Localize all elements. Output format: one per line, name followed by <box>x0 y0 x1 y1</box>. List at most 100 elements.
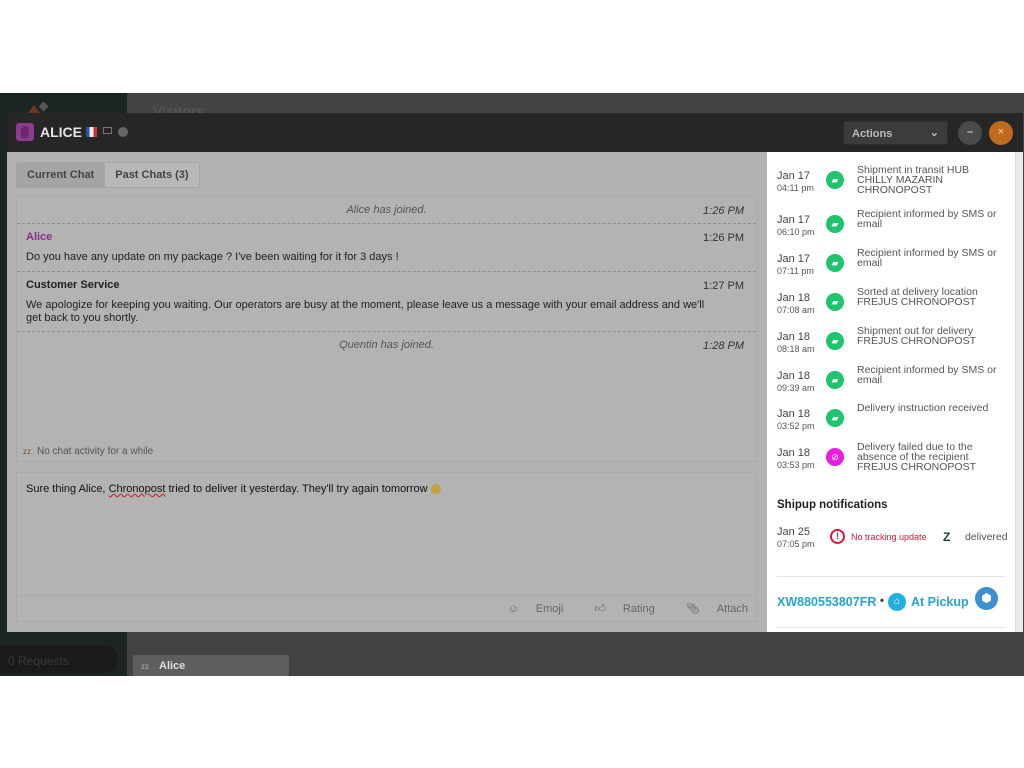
message-author: Customer Service <box>26 279 120 291</box>
message-time: 1:28 PM <box>703 340 744 352</box>
idle-icon: zz <box>141 662 149 671</box>
visitor-message: Alice Do you have any update on my packag… <box>17 224 756 272</box>
separator: • <box>880 595 884 607</box>
tracking-event: Jan 18 09:39 am ▰ Recipient informed by … <box>777 365 1012 406</box>
emoji-button[interactable]: ☺ Emoji <box>493 603 563 615</box>
truck-icon: ▰ <box>826 215 844 233</box>
zendesk-icon: Z <box>943 530 951 544</box>
visitor-name: ALICE <box>40 124 82 140</box>
tracking-event: Jan 18 07:08 am ▰ Sorted at delivery loc… <box>777 287 1012 328</box>
minimize-button[interactable]: – <box>958 121 982 145</box>
tracking-event: Jan 18 03:52 pm ▰ Delivery instruction r… <box>777 403 1012 444</box>
message-text: Do you have any update on my package ? I… <box>26 251 399 263</box>
close-button[interactable]: × <box>989 121 1013 145</box>
truck-icon: ▰ <box>826 409 844 427</box>
message-text: Quentin has joined. <box>339 339 434 351</box>
divider <box>777 627 1005 628</box>
france-flag-icon <box>86 127 97 137</box>
message-time: 1:26 PM <box>703 232 744 244</box>
rating-button[interactable]: 👍︎ Rating <box>580 603 654 615</box>
event-time: 03:53 pm <box>777 460 815 470</box>
scrollbar[interactable] <box>1015 152 1023 632</box>
event-date: Jan 17 <box>777 170 811 182</box>
chat-panel: Current Chat Past Chats (3) Alice has jo… <box>7 152 767 632</box>
event-time: 06:10 pm <box>777 227 815 237</box>
smiley-icon: ☺ <box>507 603 522 615</box>
tracking-status: At Pickup <box>911 595 969 609</box>
divider <box>777 576 1005 577</box>
message-time: 1:27 PM <box>703 280 744 292</box>
browser-icon <box>118 127 128 137</box>
event-description: Shipment out for delivery FREJUS CHRONOP… <box>857 325 977 347</box>
message-list: Alice has joined. 1:26 PM Alice Do you hav… <box>16 196 757 462</box>
event-time: 04:11 pm <box>777 183 814 193</box>
logo-icon <box>28 101 48 113</box>
event-description: Delivery instruction received <box>857 402 989 414</box>
truck-icon: ▰ <box>826 371 844 389</box>
package-icon[interactable]: ⬢ <box>975 587 998 610</box>
event-description: Recipient informed by SMS or email <box>857 247 997 269</box>
desktop-icon <box>103 127 112 134</box>
event-time: 07:08 am <box>777 305 815 315</box>
requests-counter[interactable]: 0 Requests <box>0 645 118 673</box>
event-time: 07:11 pm <box>777 266 814 276</box>
chat-tab-alice[interactable]: zz Alice <box>133 655 289 676</box>
truck-icon: ▰ <box>826 171 844 189</box>
idle-icon: zz <box>23 447 31 456</box>
tracking-event: Jan 17 04:11 pm ▰ Shipment in transit HU… <box>777 165 1012 206</box>
truck-icon: ▰ <box>826 293 844 311</box>
event-time: 03:52 pm <box>777 421 815 431</box>
message-time: 1:26 PM <box>703 205 744 217</box>
tab-past-chats[interactable]: Past Chats (3) <box>104 163 199 187</box>
tracking-event: Jan 17 07:11 pm ▰ Recipient informed by … <box>777 248 1012 289</box>
attach-button[interactable]: 📎︎ Attach <box>672 603 748 615</box>
event-date: Jan 18 <box>777 292 811 304</box>
notification-time: 07:05 pm <box>777 539 815 549</box>
message-text: We apologize for keeping you waiting. Ou… <box>26 299 705 324</box>
tracking-event: Jan 17 06:10 pm ▰ Recipient informed by … <box>777 209 1012 250</box>
event-description: Sorted at delivery location FREJUS CHRON… <box>857 286 978 308</box>
idle-text: No chat activity for a while <box>37 446 154 457</box>
tracking-number[interactable]: XW880553807FR <box>777 595 876 609</box>
misspelled-word: Chronopost <box>108 483 166 495</box>
thumbs-up-icon: 👍︎ <box>594 603 609 615</box>
actions-label: Actions <box>852 128 893 140</box>
shipup-notification: Jan 25 07:05 pm ! No tracking update Z d… <box>777 526 1012 556</box>
chat-tab-label: Alice <box>159 660 186 672</box>
alert-icon: ! <box>830 529 845 544</box>
chat-tabs: Current Chat Past Chats (3) <box>16 162 200 188</box>
system-message: Alice has joined. 1:26 PM <box>17 197 756 224</box>
event-date: Jan 18 <box>777 447 811 459</box>
truck-icon: ▰ <box>826 332 844 350</box>
event-date: Jan 17 <box>777 253 811 265</box>
event-time: 08:18 am <box>777 344 815 354</box>
event-description: Recipient informed by SMS or email <box>857 364 997 386</box>
message-text: Alice has joined. <box>346 204 427 216</box>
event-description: Recipient informed by SMS or email <box>857 208 997 230</box>
agent-message: Customer Service We apologize for keeping… <box>17 272 756 332</box>
event-description: Shipment in transit HUB CHILLY MAZARIN C… <box>857 164 970 196</box>
message-input[interactable]: Sure thing Alice, Chronopost tried to de… <box>16 472 757 622</box>
compose-toolbar: ☺ Emoji 👍︎ Rating 📎︎ Attach <box>17 595 756 621</box>
chevron-down-icon: ⌄ <box>929 127 939 139</box>
event-time: 09:39 am <box>777 383 815 393</box>
actions-dropdown[interactable]: Actions ⌄ <box>843 121 948 145</box>
system-message: Quentin has joined. 1:28 PM <box>17 332 756 359</box>
event-date: Jan 18 <box>777 370 811 382</box>
tracking-event: Jan 18 08:18 am ▰ Shipment out for deliv… <box>777 326 1012 367</box>
notification-date: Jan 25 <box>777 526 811 538</box>
event-date: Jan 17 <box>777 214 811 226</box>
tracking-panel: Jan 17 04:11 pm ▰ Shipment in transit HU… <box>767 152 1015 632</box>
truck-icon: ▰ <box>826 254 844 272</box>
delivery-failed-icon: ⊘ <box>826 448 844 466</box>
event-date: Jan 18 <box>777 408 811 420</box>
tab-current-chat[interactable]: Current Chat <box>17 163 105 187</box>
tracking-event: Jan 18 03:53 pm ⊘ Delivery failed due to… <box>777 442 1012 483</box>
avatar <box>16 123 34 141</box>
message-draft[interactable]: Sure thing Alice, Chronopost tried to de… <box>26 483 441 495</box>
idle-notice: zz No chat activity for a while <box>23 446 153 457</box>
shipup-heading: Shipup notifications <box>777 499 888 511</box>
event-description: Delivery failed due to the absence of th… <box>857 441 977 473</box>
notification-status: No tracking update <box>851 532 927 542</box>
message-author: Alice <box>26 231 53 243</box>
